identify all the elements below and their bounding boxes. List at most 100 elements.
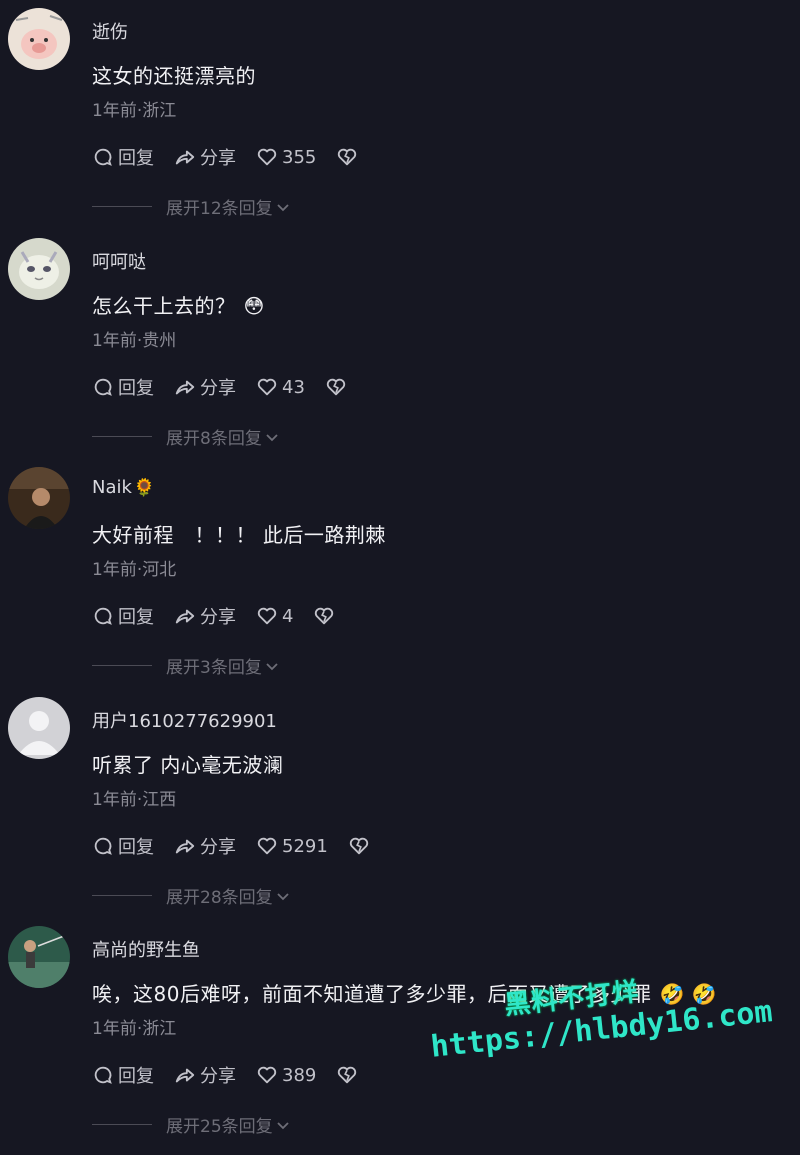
chevron-down-icon [266,662,278,670]
comment-bubble-icon [94,607,112,625]
comment-text: 听累了 内心毫无波澜 [92,753,284,777]
broken-heart-icon [326,378,346,396]
like-button[interactable]: 43 [256,376,305,398]
comment-meta: 1年前·河北 [92,560,177,580]
divider-line [92,1124,152,1125]
divider-line [92,206,152,207]
reply-button[interactable]: 回复 [92,374,154,400]
reply-label: 回复 [118,378,154,399]
like-button[interactable]: 5291 [256,835,328,857]
dislike-button[interactable] [313,605,339,627]
share-label: 分享 [200,837,236,858]
action-bar: 回复 分享 355 [92,144,382,170]
expand-label: 展开12条回复 [166,199,273,219]
broken-heart-icon [315,607,334,625]
expand-label: 展开8条回复 [166,429,262,449]
comment-bubble-icon [94,1066,112,1084]
reply-button[interactable]: 回复 [92,144,154,170]
share-button[interactable]: 分享 [174,1062,236,1088]
share-label: 分享 [200,148,236,169]
comment-text: 怎么干上去的？ 😳 [92,294,265,318]
expand-replies-button[interactable]: 展开25条回复 [92,1112,290,1137]
reply-button[interactable]: 回复 [92,603,154,629]
like-count: 355 [282,146,317,168]
share-arrow-icon [175,380,195,395]
sunflower-icon: 🌻 [133,478,156,498]
like-button[interactable]: 4 [256,605,293,627]
comment-bubble-icon [94,148,112,166]
comment-item: 用户1610277629901 听累了 内心毫无波澜 1年前·江西 回复 分享 … [0,689,800,919]
chevron-down-icon [266,433,278,441]
action-bar: 回复 分享 4 [92,603,359,629]
expand-label: 展开3条回复 [166,658,262,678]
avatar[interactable] [8,467,70,529]
like-button[interactable]: 355 [256,146,316,168]
avatar[interactable] [8,697,70,759]
reply-label: 回复 [118,837,154,858]
like-count: 43 [282,376,305,398]
person-photo-avatar-icon [8,467,70,529]
share-button[interactable]: 分享 [174,144,236,170]
heart-icon [257,1066,277,1084]
like-count: 5291 [282,835,328,857]
share-arrow-icon [175,609,195,624]
username[interactable]: Naik 🌻 [92,477,155,498]
dislike-button[interactable] [325,376,351,398]
broken-heart-icon [338,1066,357,1084]
username[interactable]: 呵呵哒 [92,248,146,274]
dislike-button[interactable] [336,146,362,168]
reply-button[interactable]: 回复 [92,1062,154,1088]
like-count: 389 [282,1064,317,1086]
comment-item: 高尚的野生鱼 唉，这80后难呀，前面不知道遭了多少罪，后面又遭了多少罪 🤣 🤣 1… [0,918,800,1148]
comment-item: 呵呵哒 怎么干上去的？ 😳 1年前·贵州 回复 分享 43 展开8条回复 [0,230,800,460]
comment-meta: 1年前·浙江 [92,1019,177,1039]
divider-line [92,895,152,896]
dislike-button[interactable] [348,835,374,857]
expand-replies-button[interactable]: 展开12条回复 [92,194,290,219]
username[interactable]: 用户1610277629901 [92,707,277,733]
comment-item: Naik 🌻 大好前程 ！！！ 此后一路荆棘 1年前·河北 回复 分享 4 展开3… [0,459,800,689]
default-user-avatar-icon [8,697,70,759]
comment-item: 逝伤 这女的还挺漂亮的 1年前·浙江 回复 分享 355 展开12条回复 [0,0,800,230]
heart-icon [257,837,277,855]
cartoon-pig-avatar-icon [8,8,70,70]
chevron-down-icon [277,203,289,211]
reply-label: 回复 [118,1066,154,1087]
reply-label: 回复 [118,148,154,169]
cat-face-avatar-icon [8,238,70,300]
divider-line [92,436,152,437]
share-label: 分享 [200,1066,236,1087]
share-button[interactable]: 分享 [174,603,236,629]
comment-text: 这女的还挺漂亮的 [92,64,256,88]
emoji: 🤣 🤣 [659,982,718,1006]
avatar[interactable] [8,238,70,300]
action-bar: 回复 分享 5291 [92,833,394,859]
heart-icon [257,378,277,396]
expand-label: 展开25条回复 [166,1117,273,1137]
dislike-button[interactable] [336,1064,362,1086]
comment-text: 唉，这80后难呀，前面不知道遭了多少罪，后面又遭了多少罪 🤣 🤣 [92,982,718,1006]
emoji: 😳 [243,294,265,318]
expand-replies-button[interactable]: 展开3条回复 [92,653,279,678]
username[interactable]: 逝伤 [92,18,128,44]
chevron-down-icon [277,1121,289,1129]
like-button[interactable]: 389 [256,1064,316,1086]
fisherman-photo-avatar-icon [8,926,70,988]
avatar[interactable] [8,8,70,70]
share-arrow-icon [175,150,195,165]
comment-text: 大好前程 ！！！ 此后一路荆棘 [92,523,386,547]
share-label: 分享 [200,607,236,628]
action-bar: 回复 分享 43 [92,374,371,400]
broken-heart-icon [338,148,357,166]
username[interactable]: 高尚的野生鱼 [92,936,200,962]
comment-meta: 1年前·江西 [92,790,177,810]
comment-meta: 1年前·贵州 [92,331,177,351]
share-button[interactable]: 分享 [174,374,236,400]
expand-replies-button[interactable]: 展开28条回复 [92,883,290,908]
expand-replies-button[interactable]: 展开8条回复 [92,424,279,449]
reply-button[interactable]: 回复 [92,833,154,859]
share-button[interactable]: 分享 [174,833,236,859]
avatar[interactable] [8,926,70,988]
comment-bubble-icon [94,837,112,855]
divider-line [92,665,152,666]
